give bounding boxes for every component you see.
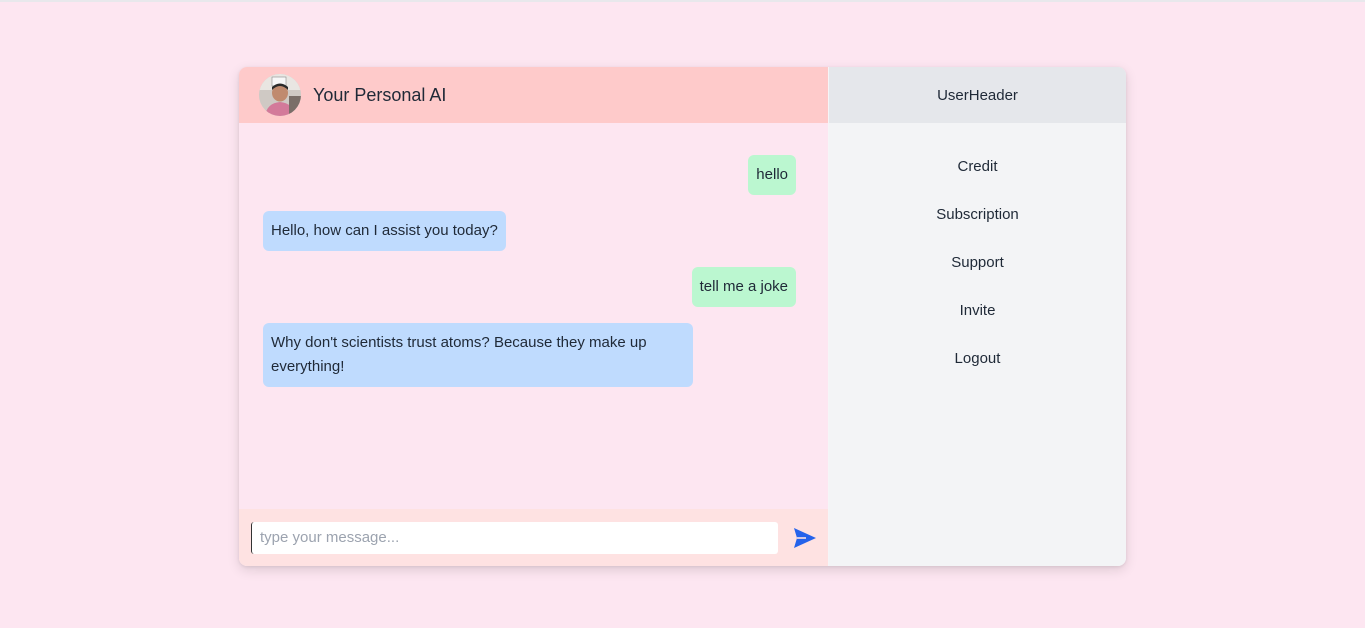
ai-message: Hello, how can I assist you today? [263, 211, 506, 251]
chat-title: Your Personal AI [313, 84, 447, 105]
chat-panel: Your Personal AI hello Hello, how can I … [239, 67, 829, 566]
sidebar-item-subscription[interactable]: Subscription [936, 203, 1019, 227]
send-button[interactable] [792, 525, 818, 551]
sidebar-item-credit[interactable]: Credit [957, 155, 997, 179]
message-list: hello Hello, how can I assist you today?… [239, 123, 828, 509]
message-composer [239, 509, 828, 566]
sidebar-menu: Credit Subscription Support Invite Logou… [829, 123, 1126, 395]
user-message: tell me a joke [691, 267, 796, 307]
send-icon [794, 527, 816, 548]
user-sidebar: UserHeader Credit Subscription Support I… [829, 67, 1126, 566]
sidebar-item-support[interactable]: Support [951, 251, 1004, 275]
user-message: hello [748, 155, 796, 195]
sidebar-item-logout[interactable]: Logout [955, 347, 1001, 371]
message-input[interactable] [251, 521, 778, 554]
sidebar-item-invite[interactable]: Invite [960, 299, 996, 323]
avatar [259, 74, 301, 116]
app-window: Your Personal AI hello Hello, how can I … [239, 67, 1126, 566]
user-header: UserHeader [829, 67, 1126, 123]
chat-header: Your Personal AI [239, 67, 828, 123]
top-divider [0, 0, 1365, 2]
ai-message: Why don't scientists trust atoms? Becaus… [263, 323, 693, 387]
